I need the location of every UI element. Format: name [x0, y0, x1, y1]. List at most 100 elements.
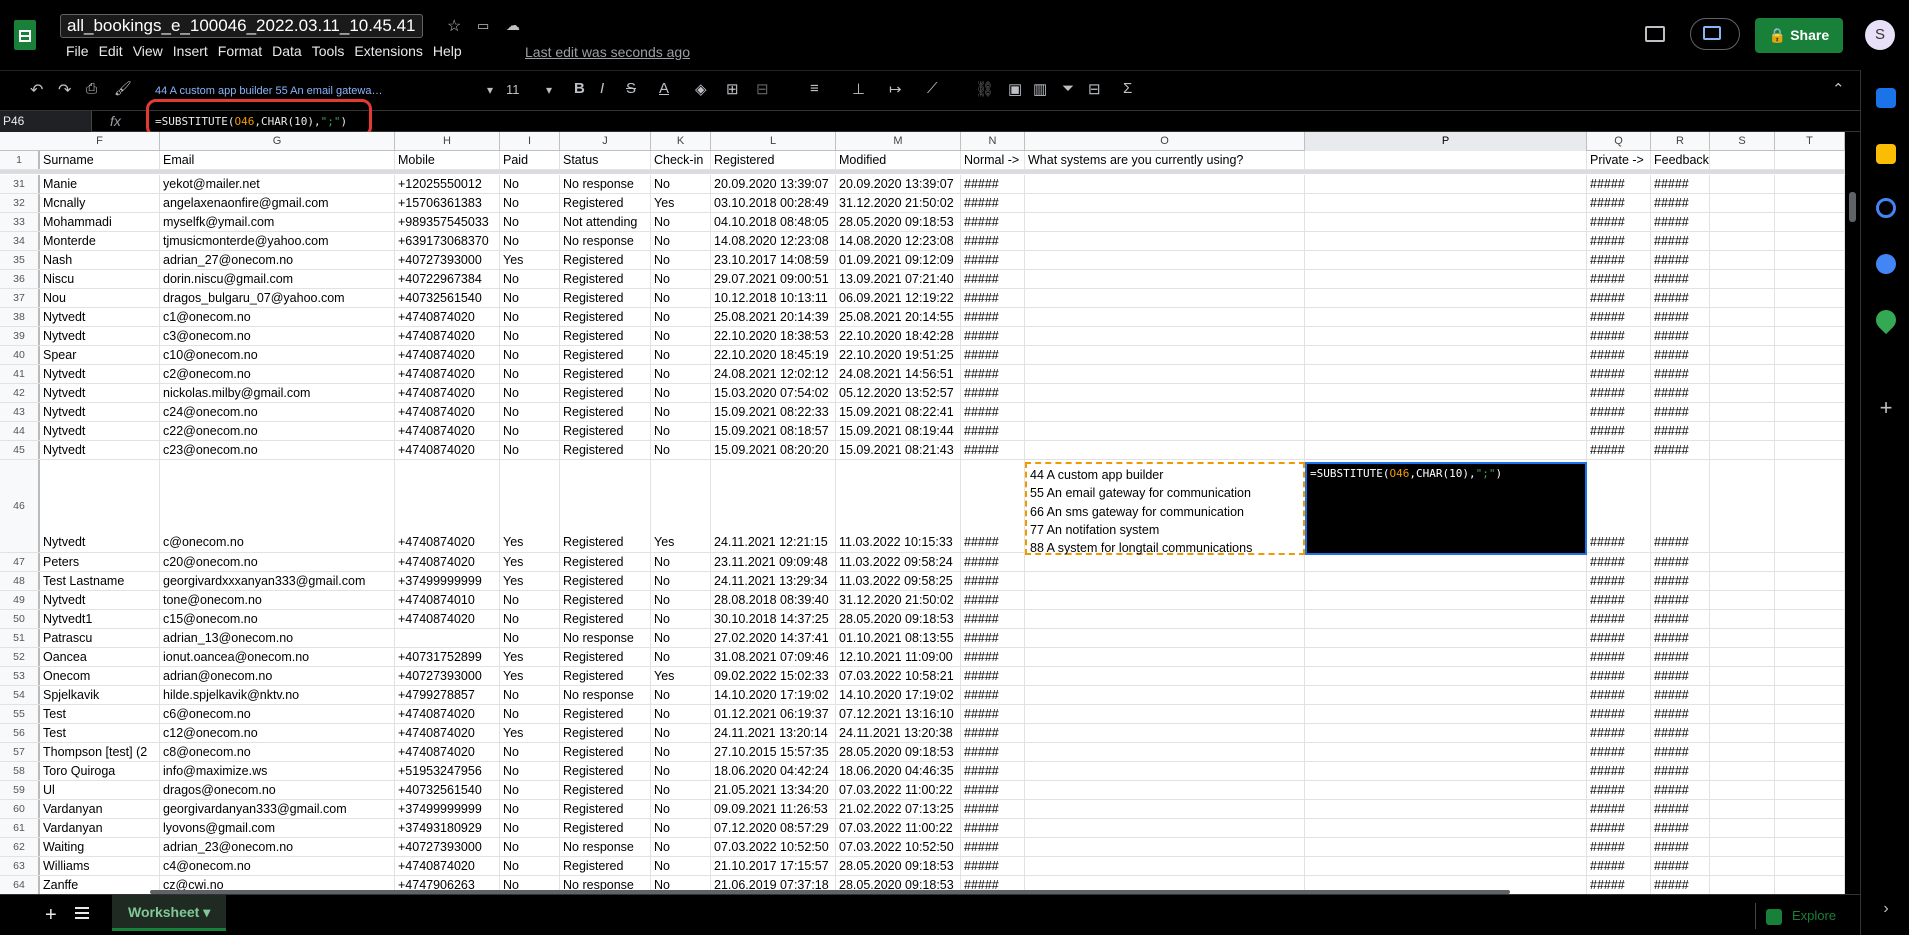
- cell[interactable]: [1710, 327, 1775, 345]
- cell[interactable]: No: [651, 724, 711, 742]
- filter-views-icon[interactable]: ⊟: [1088, 80, 1101, 98]
- insert-link-icon[interactable]: ⛓: [975, 80, 994, 98]
- cell[interactable]: No: [500, 346, 560, 364]
- row-number[interactable]: 36: [0, 270, 40, 288]
- cell[interactable]: #####: [1651, 705, 1710, 723]
- cell[interactable]: nickolas.milby@gmail.com: [160, 384, 395, 402]
- cell[interactable]: No: [500, 743, 560, 761]
- cell[interactable]: lyovons@gmail.com: [160, 819, 395, 837]
- cell[interactable]: c@onecom.no: [160, 460, 395, 552]
- cell[interactable]: [1305, 232, 1587, 250]
- cell[interactable]: adrian_27@onecom.no: [160, 251, 395, 269]
- cell[interactable]: [1775, 819, 1845, 837]
- cell[interactable]: [1775, 289, 1845, 307]
- cell[interactable]: #####: [1587, 781, 1651, 799]
- cell[interactable]: #####: [1587, 610, 1651, 628]
- cell[interactable]: No: [500, 403, 560, 421]
- cell[interactable]: [1025, 819, 1305, 837]
- contacts-icon[interactable]: [1876, 254, 1896, 274]
- cell[interactable]: [1305, 705, 1587, 723]
- cell[interactable]: No response: [560, 838, 651, 856]
- cell[interactable]: Yes: [500, 572, 560, 590]
- strikethrough-button[interactable]: S: [626, 80, 636, 97]
- cell[interactable]: +4799278857: [395, 686, 500, 704]
- cell[interactable]: Registered: [560, 819, 651, 837]
- cell[interactable]: [1710, 800, 1775, 818]
- cell[interactable]: [1305, 175, 1587, 193]
- cell[interactable]: #####: [961, 686, 1025, 704]
- cell[interactable]: No: [500, 838, 560, 856]
- cell[interactable]: Nytvedt: [40, 384, 160, 402]
- cell[interactable]: No response: [560, 629, 651, 647]
- cell[interactable]: 31.12.2020 21:50:02: [836, 194, 961, 212]
- cell[interactable]: c24@onecom.no: [160, 403, 395, 421]
- cell[interactable]: [1025, 346, 1305, 364]
- cell[interactable]: [1025, 384, 1305, 402]
- row-number[interactable]: 41: [0, 365, 40, 383]
- cell[interactable]: 15.09.2021 08:18:57: [711, 422, 836, 440]
- cell[interactable]: 20.09.2020 13:39:07: [836, 175, 961, 193]
- cell[interactable]: +40732561540: [395, 781, 500, 799]
- cell[interactable]: +12025550012: [395, 175, 500, 193]
- cell[interactable]: 15.09.2021 08:19:44: [836, 422, 961, 440]
- cell[interactable]: [1025, 610, 1305, 628]
- cell[interactable]: No: [651, 610, 711, 628]
- cell[interactable]: 11.03.2022 10:15:33: [836, 460, 961, 552]
- cell[interactable]: [1025, 648, 1305, 666]
- fill-color-icon[interactable]: ◈: [695, 80, 707, 98]
- cell[interactable]: 09.09.2021 11:26:53: [711, 800, 836, 818]
- cell[interactable]: Waiting: [40, 838, 160, 856]
- column-header-n[interactable]: N: [961, 132, 1025, 151]
- calendar-icon[interactable]: [1876, 88, 1896, 108]
- cell[interactable]: #####: [961, 403, 1025, 421]
- cell[interactable]: 24.08.2021 14:56:51: [836, 365, 961, 383]
- cell[interactable]: #####: [1587, 667, 1651, 685]
- cell[interactable]: 05.12.2020 13:52:57: [836, 384, 961, 402]
- cell[interactable]: 25.08.2021 20:14:55: [836, 308, 961, 326]
- cell[interactable]: [1710, 308, 1775, 326]
- cell[interactable]: #####: [961, 610, 1025, 628]
- cell[interactable]: #####: [1587, 857, 1651, 875]
- cell[interactable]: #####: [961, 667, 1025, 685]
- cell[interactable]: No: [500, 365, 560, 383]
- cell[interactable]: [1305, 151, 1587, 169]
- cell[interactable]: 27.02.2020 14:37:41: [711, 629, 836, 647]
- cell[interactable]: Test Lastname: [40, 572, 160, 590]
- row-number[interactable]: 1: [0, 151, 40, 169]
- cell[interactable]: No: [500, 762, 560, 780]
- row-number[interactable]: 58: [0, 762, 40, 780]
- cell[interactable]: [1710, 686, 1775, 704]
- cell[interactable]: #####: [961, 441, 1025, 459]
- row-number[interactable]: 56: [0, 724, 40, 742]
- cell[interactable]: [1775, 403, 1845, 421]
- cell[interactable]: #####: [1587, 838, 1651, 856]
- cell[interactable]: [1025, 838, 1305, 856]
- cell[interactable]: [1775, 175, 1845, 193]
- cell[interactable]: Modified: [836, 151, 961, 169]
- cell[interactable]: 21.05.2021 13:34:20: [711, 781, 836, 799]
- cell[interactable]: c4@onecom.no: [160, 857, 395, 875]
- cell[interactable]: No: [651, 629, 711, 647]
- column-header-r[interactable]: R: [1651, 132, 1710, 151]
- cell[interactable]: [1710, 213, 1775, 231]
- cell[interactable]: No: [500, 232, 560, 250]
- cell[interactable]: 07.03.2022 10:52:50: [836, 838, 961, 856]
- cell[interactable]: Mohammadi: [40, 213, 160, 231]
- italic-button[interactable]: I: [600, 80, 604, 97]
- font-size-select[interactable]: 11: [506, 82, 520, 97]
- cell[interactable]: 23.10.2017 14:08:59: [711, 251, 836, 269]
- cell[interactable]: [1305, 838, 1587, 856]
- cell[interactable]: [1025, 441, 1305, 459]
- frozen-row-divider[interactable]: [0, 170, 1845, 174]
- cell[interactable]: 23.11.2021 09:09:48: [711, 553, 836, 571]
- cell[interactable]: #####: [1651, 572, 1710, 590]
- cell[interactable]: 21.02.2022 07:13:25: [836, 800, 961, 818]
- cell[interactable]: [1025, 705, 1305, 723]
- cell[interactable]: [1710, 781, 1775, 799]
- cell[interactable]: Registered: [560, 194, 651, 212]
- cell[interactable]: [1775, 441, 1845, 459]
- cell[interactable]: Registered: [560, 553, 651, 571]
- column-header-j[interactable]: J: [560, 132, 651, 151]
- cell[interactable]: No: [651, 175, 711, 193]
- cell[interactable]: +40727393000: [395, 838, 500, 856]
